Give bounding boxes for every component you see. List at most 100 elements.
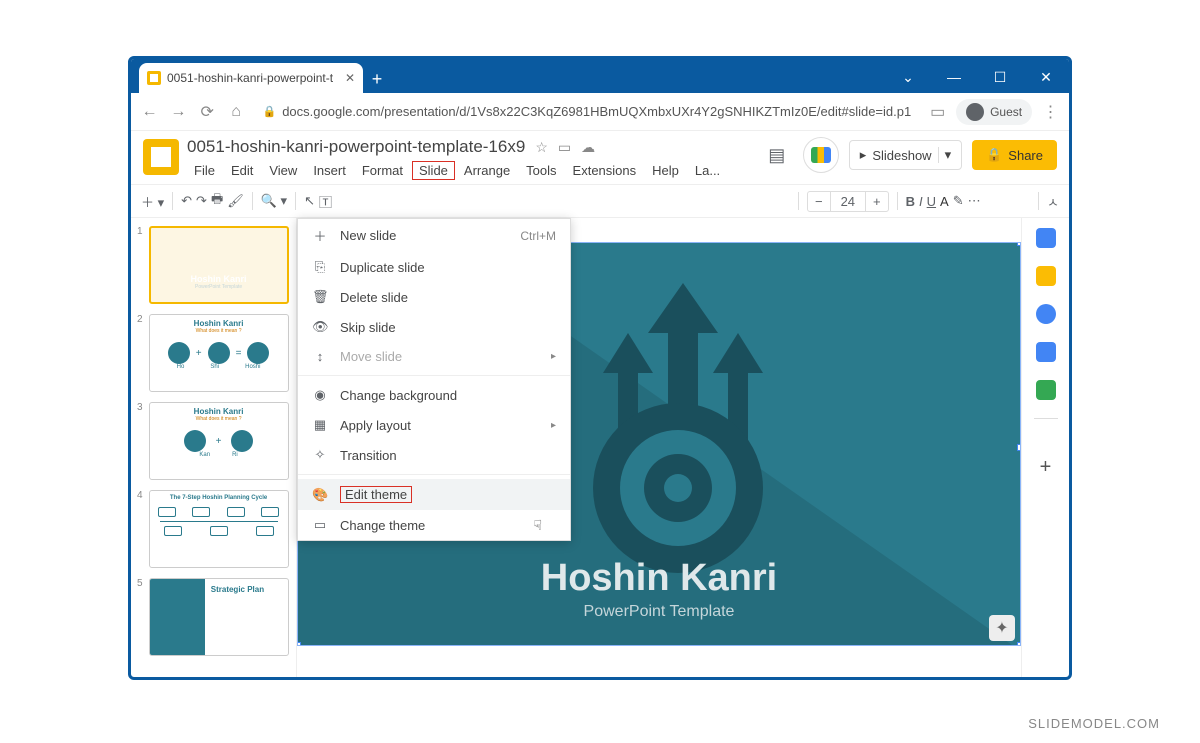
text-color-button[interactable]: A xyxy=(940,194,949,209)
window-chevron-icon[interactable]: ⌄ xyxy=(885,61,931,93)
menu-tools[interactable]: Tools xyxy=(519,161,563,180)
slides-logo[interactable] xyxy=(143,139,179,175)
tab-close-icon[interactable]: ✕ xyxy=(345,71,355,85)
browser-menu-button[interactable]: ⋮ xyxy=(1040,98,1061,126)
extension-icon[interactable]: ▭ xyxy=(927,98,948,126)
toolbar: ＋ ▾ ↶ ↷ 🖶 🖌 🔍 ▾ ↖ 🅃 − 24 + B I U A ✎ ⋯ ㅅ xyxy=(131,184,1069,218)
nav-forward-button[interactable]: → xyxy=(168,98,189,126)
menu-format[interactable]: Format xyxy=(355,161,410,180)
menu-file[interactable]: File xyxy=(187,161,222,180)
select-tool[interactable]: ↖ xyxy=(304,193,315,209)
menu-insert[interactable]: Insert xyxy=(306,161,353,180)
avatar-icon xyxy=(966,103,984,121)
italic-button[interactable]: I xyxy=(919,194,923,209)
slideshow-label: Slideshow xyxy=(872,148,931,163)
add-addon-button[interactable]: + xyxy=(1036,456,1056,476)
comments-button[interactable]: ▤ xyxy=(761,139,793,171)
share-button[interactable]: 🔒 Share xyxy=(972,140,1057,170)
cursor-icon: ☟ xyxy=(533,517,542,534)
thumbnail-5[interactable]: 5 Strategic Plan xyxy=(137,578,290,656)
zoom-button[interactable]: 🔍 ▾ xyxy=(261,193,287,209)
menu-edit-theme[interactable]: 🎨Edit theme☟ xyxy=(298,479,570,510)
slideshow-dropdown-icon[interactable]: ▾ xyxy=(938,147,952,163)
thumb-4-preview: The 7-Step Hoshin Planning Cycle xyxy=(149,490,289,568)
keep-icon[interactable] xyxy=(1036,266,1056,286)
thumb-2-preview: Hoshin Kanri What does it mean ? + = HoS… xyxy=(149,314,289,392)
lock-share-icon: 🔒 xyxy=(986,147,1002,163)
window-close-button[interactable]: ✕ xyxy=(1023,61,1069,93)
print-button[interactable]: 🖶 xyxy=(211,190,223,212)
meet-button[interactable] xyxy=(803,137,839,173)
window-buttons: ⌄ — ☐ ✕ xyxy=(885,61,1069,93)
selection-handle[interactable] xyxy=(1017,444,1021,451)
fontsize-value[interactable]: 24 xyxy=(830,192,866,211)
slideshow-button[interactable]: ▸ Slideshow ▾ xyxy=(849,140,962,170)
thumbnail-1[interactable]: 1 Hoshin Kanri PowerPoint Template xyxy=(137,226,290,304)
textbox-tool[interactable]: 🅃 xyxy=(319,192,332,211)
menu-view[interactable]: View xyxy=(262,161,304,180)
thumbnail-2[interactable]: 2 Hoshin Kanri What does it mean ? + = H… xyxy=(137,314,290,392)
bold-button[interactable]: B xyxy=(906,194,915,209)
fontsize-decrease[interactable]: − xyxy=(808,192,830,211)
document-title-row: 0051-hoshin-kanri-powerpoint-template-16… xyxy=(187,137,753,157)
thumbnail-3[interactable]: 3 Hoshin Kanri What does it mean ? + Kan… xyxy=(137,402,290,480)
menu-skip-slide[interactable]: 👁Skip slide xyxy=(298,312,570,342)
fontsize-increase[interactable]: + xyxy=(866,192,888,211)
star-icon[interactable]: ☆ xyxy=(535,139,548,156)
slides-favicon xyxy=(147,71,161,85)
menu-apply-layout[interactable]: ▦Apply layout▸ xyxy=(298,410,570,440)
new-tab-button[interactable]: + xyxy=(363,65,391,93)
move-icon[interactable]: ▭ xyxy=(558,139,571,156)
maps-icon[interactable] xyxy=(1036,380,1056,400)
slide-canvas[interactable]: ＋New slideCtrl+M ⎘Duplicate slide 🗑Delet… xyxy=(297,218,1021,680)
menu-help[interactable]: Help xyxy=(645,161,686,180)
redo-button[interactable]: ↷ xyxy=(196,193,207,209)
profile-chip[interactable]: Guest xyxy=(956,99,1032,125)
paint-format-button[interactable]: 🖌 xyxy=(227,193,244,209)
more-tools-button[interactable]: ⋯ xyxy=(968,193,981,209)
menu-duplicate-slide[interactable]: ⎘Duplicate slide xyxy=(298,252,570,282)
underline-button[interactable]: U xyxy=(927,194,936,209)
menu-transition[interactable]: ✧Transition xyxy=(298,440,570,470)
nav-reload-button[interactable]: ⟳ xyxy=(197,98,218,126)
thumbnail-4[interactable]: 4 The 7-Step Hoshin Planning Cycle xyxy=(137,490,290,568)
explore-button[interactable]: ✦ xyxy=(989,615,1015,641)
menu-move-slide: ↕Move slide▸ xyxy=(298,342,570,371)
menu-slide[interactable]: Slide xyxy=(412,161,455,180)
menu-change-background[interactable]: ◉Change background xyxy=(298,380,570,410)
menu-extensions[interactable]: Extensions xyxy=(566,161,644,180)
window-minimize-button[interactable]: — xyxy=(931,61,977,93)
play-icon: ▸ xyxy=(860,147,867,163)
menu-delete-slide[interactable]: 🗑Delete slide xyxy=(298,282,570,312)
tasks-icon[interactable] xyxy=(1036,304,1056,324)
selection-handle[interactable] xyxy=(1017,642,1021,646)
selection-handle[interactable] xyxy=(1017,242,1021,246)
browser-tab[interactable]: 0051-hoshin-kanri-powerpoint-t ✕ xyxy=(139,63,363,93)
new-slide-tool[interactable]: ＋ ▾ xyxy=(141,192,164,211)
menu-arrange[interactable]: Arrange xyxy=(457,161,517,180)
window-titlebar: 0051-hoshin-kanri-powerpoint-t ✕ + ⌄ — ☐… xyxy=(131,59,1069,93)
menu-overflow[interactable]: La... xyxy=(688,161,727,180)
undo-button[interactable]: ↶ xyxy=(181,193,192,209)
window-maximize-button[interactable]: ☐ xyxy=(977,61,1023,93)
menu-change-theme[interactable]: ▭Change theme xyxy=(298,510,570,540)
thumbnail-panel[interactable]: 1 Hoshin Kanri PowerPoint Template 2 Hos… xyxy=(131,218,297,680)
calendar-icon[interactable] xyxy=(1036,228,1056,248)
side-panel: + xyxy=(1021,218,1069,680)
url-field[interactable]: 🔒 docs.google.com/presentation/d/1Vs8x22… xyxy=(255,104,920,119)
nav-home-button[interactable]: ⌂ xyxy=(226,98,247,126)
menu-new-slide[interactable]: ＋New slideCtrl+M xyxy=(298,219,570,252)
cloud-status-icon[interactable]: ☁ xyxy=(581,139,595,156)
nav-back-button[interactable]: ← xyxy=(139,98,160,126)
selection-handle[interactable] xyxy=(297,642,301,646)
font-size-stepper[interactable]: − 24 + xyxy=(807,191,889,212)
document-title[interactable]: 0051-hoshin-kanri-powerpoint-template-16… xyxy=(187,137,525,157)
profile-label: Guest xyxy=(990,105,1022,119)
hide-menus-button[interactable]: ㅅ xyxy=(1047,192,1059,211)
slide-subtitle[interactable]: PowerPoint Template xyxy=(298,603,1020,621)
slide-context-menu: ＋New slideCtrl+M ⎘Duplicate slide 🗑Delet… xyxy=(297,218,571,541)
menu-edit[interactable]: Edit xyxy=(224,161,260,180)
contacts-icon[interactable] xyxy=(1036,342,1056,362)
highlight-button[interactable]: ✎ xyxy=(953,193,964,209)
slide-title[interactable]: Hoshin Kanri xyxy=(298,557,1020,600)
